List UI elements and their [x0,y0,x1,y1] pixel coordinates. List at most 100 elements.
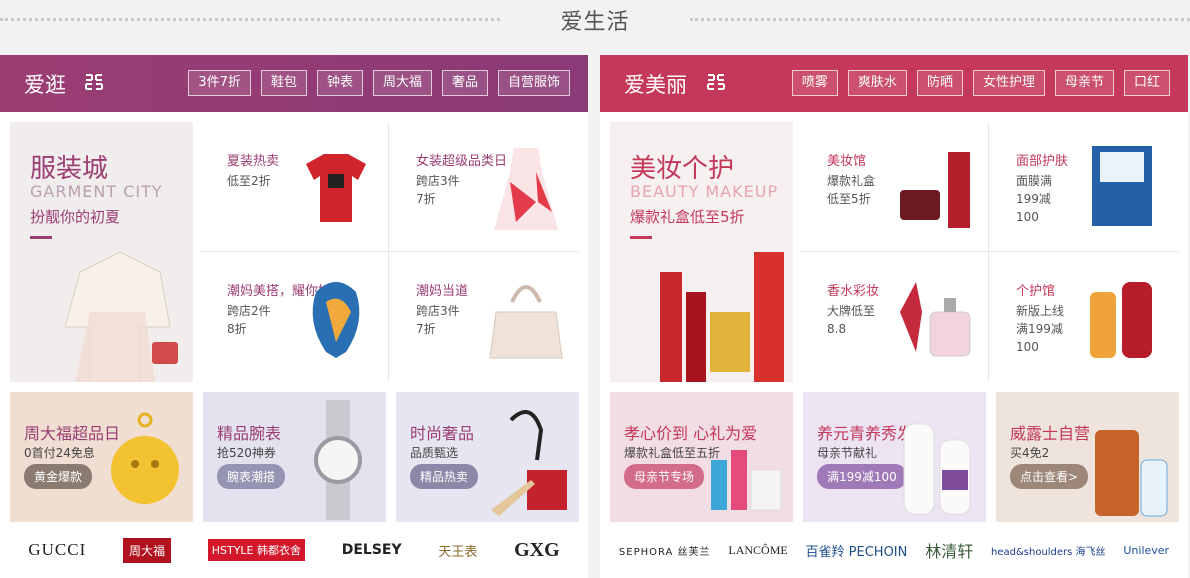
luxury-goods-image [491,410,567,516]
cell-desc: 低至2折 [227,174,271,188]
promo-button[interactable]: 腕表潮搭 [217,464,286,489]
category-cell[interactable]: 个护馆 新版上线 满199减 100 [989,252,1178,382]
tag-list: 喷雾 爽肤水 防晒 女性护理 母亲节 口红 [791,70,1170,96]
brand-logo[interactable]: SEPHORA 丝芙兰 [619,543,711,558]
promo-button[interactable]: 黄金爆款 [24,464,93,489]
section-header: 爱生活 [0,0,1190,40]
cell-desc: 大牌低至 8.8 [827,304,876,336]
promo-card[interactable]: 精品腕表 抢520神券 腕表潮搭 [203,392,386,522]
tag-link[interactable]: 女性护理 [972,70,1045,96]
wristwatch-image [314,400,362,520]
hero-accent [30,236,52,239]
cell-title: 美妆馆 [827,154,867,169]
panel-header: 爱美丽 喷雾 爽肤水 防晒 女性护理 母亲节 口红 [600,55,1188,112]
brand-logo[interactable]: LANCÔME [728,543,787,558]
tag-link[interactable]: 爽肤水 [847,70,907,96]
brand-logo[interactable]: GXG [514,539,560,562]
dress-image [494,148,558,230]
hero-banner[interactable]: 美妆个护 BEAUTY MAKEUP 爆款礼盒低至5折 [610,122,793,382]
tag-link[interactable]: 口红 [1123,70,1170,96]
panel-header: 爱逛 3件7折 鞋包 钟表 周大福 奢品 自营服饰 [0,55,588,112]
grid-logo-icon [85,74,103,90]
brand-logo[interactable]: DELSEY [342,542,402,558]
dotted-divider-right [690,18,1190,21]
cell-desc: 跨店2件 8折 [227,304,271,336]
category-cell[interactable]: 美妆馆 爆款礼盒 低至5折 [800,122,989,252]
tag-link[interactable]: 防晒 [916,70,963,96]
promo-title: 精品腕表 [217,424,282,443]
promo-card[interactable]: 威露士自营 买4免2 点击查看> [996,392,1179,522]
promo-button[interactable]: 精品热卖 [410,464,479,489]
promo-row: 孝心价到 心礼为爱 爆款礼盒低至五折 母亲节专场 养元青养秀发 母亲节献礼 满1… [610,392,1179,522]
hero-title: 服装城 [30,154,109,184]
skincare-jar-image [900,152,970,228]
disinfectant-bottle-image [1095,430,1168,517]
hero-subtitle: 扮靓你的初夏 [30,208,121,226]
tag-link[interactable]: 3件7折 [188,70,251,96]
brand-logo[interactable]: GUCCI [28,540,86,560]
cell-desc: 跨店3件 7折 [416,174,460,206]
promo-subtitle: 买4免2 [1010,446,1050,460]
gift-set-image [711,450,782,511]
cell-title: 面部护肤 [1016,154,1069,169]
category-cell[interactable]: 面部护肤 面膜满 199减 100 [989,122,1178,252]
category-cell[interactable]: 潮妈当道 跨店3件 7折 [389,252,578,382]
promo-button[interactable]: 满199减100 [817,464,907,489]
category-grid: 美妆馆 爆款礼盒 低至5折 面部护肤 面膜满 199减 100 香水彩妆 大牌低… [800,122,1178,382]
cell-desc: 跨店3件 7折 [416,304,460,336]
promo-button[interactable]: 母亲节专场 [624,464,705,489]
hero-subtitle: 爆款礼盒低至5折 [630,208,745,226]
cell-title: 夏装热卖 [227,154,280,169]
promo-card[interactable]: 时尚奢品 品质甄选 精品热卖 [396,392,579,522]
tag-link[interactable]: 奢品 [441,70,488,96]
brand-logo[interactable]: 林清轩 [925,538,973,562]
promo-title: 时尚奢品 [410,424,475,443]
cosmetics-image [660,252,784,382]
tshirt-image [306,154,366,222]
panel-aiguang: 爱逛 3件7折 鞋包 钟表 周大福 奢品 自营服饰 服装城 GARMENT CI… [0,55,588,578]
face-mask-image [1092,146,1152,226]
panel-title: 爱逛 [24,73,66,97]
promo-card[interactable]: 养元青养秀发 母亲节献礼 满199减100 [803,392,986,522]
brand-logo[interactable]: 天王表 [438,541,477,560]
tag-link[interactable]: 自营服饰 [497,70,570,96]
panel-title: 爱美丽 [624,73,687,97]
tag-link[interactable]: 鞋包 [260,70,307,96]
panel-aimeili: 爱美丽 喷雾 爽肤水 防晒 女性护理 母亲节 口红 美妆个护 BEAUTY MA… [600,55,1188,578]
hero-english: BEAUTY MAKEUP [630,182,779,201]
cell-title: 潮妈当道 [416,284,469,299]
hair-care-bottle-image [903,423,971,515]
brand-logo[interactable]: 周大福 [122,537,171,563]
promo-row: 周大福超品日 0首付24免息 黄金爆款 精品腕表 抢520神券 腕表潮搭 时尚奢… [10,392,579,522]
promo-subtitle: 抢520神券 [217,446,276,460]
handbag-image [489,285,563,359]
tag-link[interactable]: 周大福 [372,70,432,96]
gold-pendant-image [111,412,179,504]
tag-link[interactable]: 钟表 [316,70,363,96]
cell-desc: 新版上线 满199减 100 [1016,304,1065,354]
grid-logo-icon [707,74,725,90]
category-cell[interactable]: 女装超级品类日 跨店3件 7折 [389,122,578,252]
brand-logo[interactable]: head&shoulders 海飞丝 [991,543,1106,558]
brand-logo[interactable]: Unilever [1123,544,1169,557]
hero-title: 美妆个护 [630,154,735,184]
clothing-image [64,252,178,382]
promo-card[interactable]: 孝心价到 心礼为爱 爆款礼盒低至五折 母亲节专场 [610,392,793,522]
promo-title: 威露士自营 [1010,424,1091,443]
hero-banner[interactable]: 服装城 GARMENT CITY 扮靓你的初夏 [10,122,193,382]
category-cell[interactable]: 夏装热卖 低至2折 [200,122,389,252]
tag-link[interactable]: 喷雾 [791,70,838,96]
category-cell[interactable]: 潮妈美搭，耀你好看 跨店2件 8折 [200,252,389,382]
brand-logo[interactable]: 百雀羚 PECHOIN [806,541,908,560]
tag-list: 3件7折 鞋包 钟表 周大福 奢品 自营服饰 [188,70,570,96]
promo-subtitle: 母亲节献礼 [817,446,878,460]
category-cell[interactable]: 香水彩妆 大牌低至 8.8 [800,252,989,382]
promo-card[interactable]: 周大福超品日 0首付24免息 黄金爆款 [10,392,193,522]
tag-link[interactable]: 母亲节 [1054,70,1114,96]
hero-english: GARMENT CITY [30,182,163,201]
shampoo-bottle-image [1090,282,1152,358]
cell-desc: 爆款礼盒 低至5折 [827,174,876,206]
promo-button[interactable]: 点击查看> [1010,464,1089,489]
category-grid: 夏装热卖 低至2折 女装超级品类日 跨店3件 7折 潮妈美搭，耀你好看 跨店2件… [200,122,578,382]
brand-logo[interactable]: HSTYLE 韩都衣舍 [207,539,305,561]
